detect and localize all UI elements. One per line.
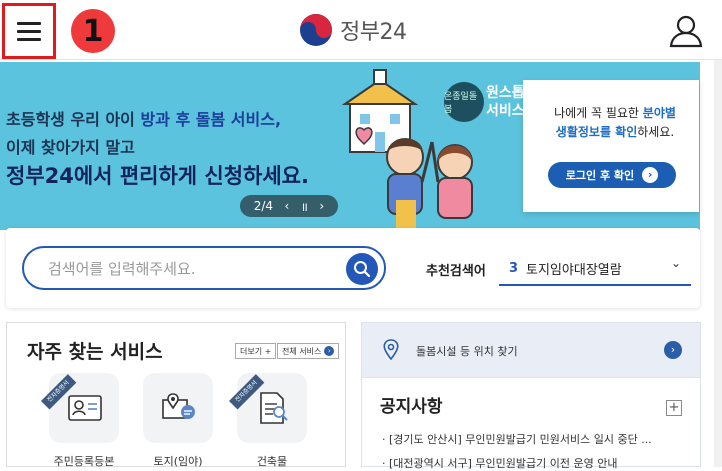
- arrow-right-icon: ›: [324, 346, 335, 356]
- chevron-down-icon: ⌄: [670, 256, 681, 270]
- search-input[interactable]: [48, 258, 328, 280]
- page-scrollbar[interactable]: [714, 60, 722, 467]
- search-panel: 추천검색어 3 토지임야대장열람 ⌄: [6, 228, 700, 308]
- banner-line-2: 이제 찾아가지 말고: [6, 138, 135, 157]
- login-info-card: 나에게 꼭 필요한 분야별 생활정보를 확인하세요. 로그인 후 확인 ›: [523, 80, 699, 212]
- banner-line-1: 초등학생 우리 아이 방과 후 돌봄 서비스,: [6, 110, 282, 129]
- header: 1 정부24: [0, 0, 722, 60]
- arrow-right-icon: ›: [664, 341, 682, 359]
- id-card-icon: [68, 395, 102, 421]
- wing-text: 원스톱 서비스: [486, 85, 525, 119]
- find-care-facility-link[interactable]: 돌봄시설 등 위치 찾기 ›: [361, 322, 701, 378]
- pager-prev-button[interactable]: ‹: [284, 199, 289, 213]
- frequent-services-panel: 자주 찾는 서비스 더보기 + 전체 서비스 › 전자증명서 전자증명서 주민등…: [6, 322, 346, 468]
- notice-item[interactable]: · [경기도 안산시] 무인민원발급기 민원서비스 일시 중단 ...: [382, 431, 652, 447]
- map-pin-chat-icon: [162, 393, 195, 419]
- pager-pause-button[interactable]: ॥: [301, 198, 308, 215]
- user-icon[interactable]: [668, 14, 704, 48]
- search-field[interactable]: [22, 246, 386, 290]
- recommend-keyword: 토지임야대장열람: [526, 262, 622, 278]
- logo[interactable]: 정부24: [298, 12, 407, 48]
- notice-item[interactable]: · [대전광역시 서구] 무인민원발급기 이전 운영 안내: [382, 455, 617, 471]
- frequent-services-title: 자주 찾는 서비스: [27, 341, 163, 363]
- recommend-keyword-select[interactable]: 3 토지임야대장열람 ⌄: [499, 252, 691, 286]
- arrow-right-icon: ›: [642, 167, 659, 183]
- location-pin-icon: [383, 339, 399, 361]
- service-tile-land[interactable]: [143, 373, 213, 443]
- search-icon: [354, 261, 371, 278]
- notice-panel: 공지사항 + · [경기도 안산시] 무인민원발급기 민원서비스 일시 중단 .…: [361, 378, 701, 470]
- recommend-rank: 3: [509, 260, 519, 276]
- more-button[interactable]: 더보기 +: [235, 343, 277, 359]
- login-check-button[interactable]: 로그인 후 확인 ›: [548, 162, 676, 188]
- care-service-badge: 온종일돌봄: [444, 82, 484, 122]
- service-tile-resident-registration[interactable]: 전자증명서: [41, 373, 119, 443]
- service-tile-building[interactable]: 전자증명서: [229, 373, 307, 443]
- taegeuk-logo-icon: [300, 14, 332, 46]
- recommend-label: 추천검색어: [426, 264, 486, 279]
- all-services-button[interactable]: 전체 서비스 ›: [277, 343, 340, 359]
- pager-count: 2/4: [253, 199, 274, 213]
- document-search-icon: [260, 392, 288, 424]
- notice-title: 공지사항: [380, 397, 443, 417]
- find-care-facility-label: 돌봄시설 등 위치 찾기: [416, 345, 518, 358]
- notice-more-button[interactable]: +: [666, 400, 682, 416]
- login-info-message: 나에게 꼭 필요한 분야별 생활정보를 확인하세요.: [554, 106, 676, 139]
- banner-line-3: 정부24에서 편리하게 신청하세요.: [6, 164, 309, 188]
- logo-text: 정부24: [340, 20, 407, 45]
- pager-next-button[interactable]: ›: [319, 199, 324, 213]
- menu-button[interactable]: [2, 3, 56, 59]
- search-button[interactable]: [346, 253, 378, 285]
- hamburger-icon: [17, 21, 41, 41]
- banner-pager: 2/4 ‹ ॥ ›: [240, 195, 338, 217]
- step-badge: 1: [71, 9, 115, 53]
